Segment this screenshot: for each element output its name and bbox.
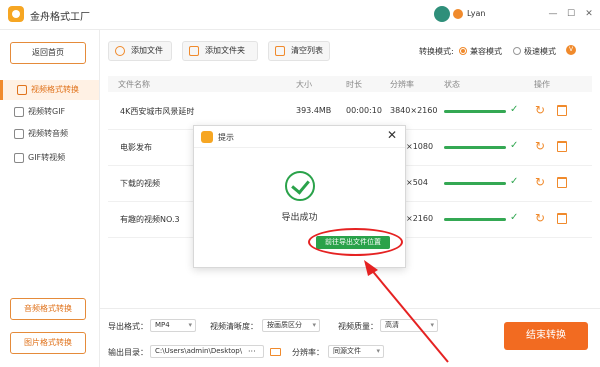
file-size: 393.4MB [296,106,332,115]
file-name: 4K西安城市风景延时 [120,107,195,116]
highlight-ellipse [308,228,403,256]
column-header: 分辨率 [390,80,414,89]
progress-bar [444,182,506,185]
mode-compat-label[interactable]: 兼容模式 [470,46,502,57]
add-icon [115,46,125,56]
file-duration: 00:00:10 [346,106,382,115]
gif-video-icon [14,153,24,163]
column-header: 状态 [444,80,460,89]
dialog-title: 提示 [218,133,234,142]
file-name: 下载的视频 [120,179,160,188]
progress-bar [444,218,506,221]
mode-label: 转换模式: [419,47,454,56]
sidebar-item-label: 视频格式转换 [31,85,79,94]
refresh-icon[interactable]: ↻ [535,103,545,117]
clear-icon [275,46,285,56]
sidebar-item-label: 视频转音频 [28,129,68,138]
quality-label: 视频质量： [338,322,378,331]
trash-icon[interactable] [557,213,567,224]
finish-convert-button[interactable]: 结束转换 [504,322,588,350]
username[interactable]: Lyan [467,9,485,18]
resolution-select[interactable]: 同源文件 [328,345,384,358]
back-home-button[interactable]: 返回首页 [10,42,86,64]
column-header: 文件名称 [118,80,150,89]
dialog-header: 提示 ✕ [194,126,405,148]
sidebar-item-label: 视频转GIF [28,107,66,116]
column-header: 时长 [346,80,362,89]
folder-icon[interactable] [270,348,281,356]
file-resolution: ×504 [406,178,428,187]
done-check-icon: ✓ [510,104,519,115]
app-logo-icon [8,6,24,22]
gif-icon [14,107,24,117]
column-header: 操作 [534,80,550,89]
file-resolution: ×1080 [406,142,434,151]
close-button[interactable]: ✕ [581,6,597,22]
done-check-icon: ✓ [510,140,519,151]
audio-convert-button[interactable]: 音频格式转换 [10,298,86,320]
sidebar-item-label: GIF转视频 [28,153,66,162]
mode-fast-label[interactable]: 极速模式 [524,46,556,57]
refresh-icon[interactable]: ↻ [535,211,545,225]
add-file-label: 添加文件 [131,46,163,55]
trash-icon[interactable] [557,105,567,116]
sidebar: 返回首页 视频格式转换 视频转GIF 视频转音频 GIF转视频 音频格式转换 图… [0,30,100,367]
file-resolution: ×2160 [406,214,434,223]
add-folder-label: 添加文件夹 [205,46,245,55]
file-name: 电影发布 [120,143,152,152]
video-icon [17,85,27,95]
folder-icon [189,46,199,56]
output-dir-more[interactable]: ··· [248,347,256,356]
maximize-button[interactable]: ☐ [563,6,579,22]
add-file-button[interactable]: 添加文件 [108,41,172,61]
vip-crown-icon [453,9,463,19]
progress-bar [444,110,506,113]
clarity-label: 视频清晰度： [210,322,258,331]
trash-icon[interactable] [557,177,567,188]
trash-icon[interactable] [557,141,567,152]
format-label: 导出格式： [108,322,148,331]
output-dir-label: 输出目录： [108,348,148,357]
add-folder-button[interactable]: 添加文件夹 [182,41,258,61]
done-check-icon: ✓ [510,212,519,223]
mode-fast-radio[interactable] [513,47,521,55]
sidebar-item-video-convert[interactable]: 视频格式转换 [0,80,99,100]
mode-compat-radio[interactable] [459,47,467,55]
minimize-button[interactable]: — [545,6,561,22]
column-header: 大小 [296,80,312,89]
app-title: 金舟格式工厂 [30,12,90,23]
output-dir-input[interactable]: C:\Users\admin\Desktop\ [150,345,264,358]
table-header: 文件名称 大小 时长 分辨率 状态 操作 [108,76,592,92]
app-logo-icon [201,131,213,143]
audio-icon [14,129,24,139]
image-convert-button[interactable]: 图片格式转换 [10,332,86,354]
sidebar-item-video-to-audio[interactable]: 视频转音频 [0,124,99,144]
success-message: 导出成功 [281,213,318,223]
dialog-close-button[interactable]: ✕ [387,128,397,142]
clear-list-label: 清空列表 [291,46,323,55]
clear-list-button[interactable]: 清空列表 [268,41,330,61]
success-check-icon [285,171,315,201]
sidebar-item-video-to-gif[interactable]: 视频转GIF [0,102,99,122]
file-name: 有趣的视频NO.3 [120,215,180,224]
file-resolution: 3840×2160 [390,106,438,115]
clarity-select[interactable]: 按画质区分 [262,319,320,332]
title-bar: 金舟格式工厂 Lyan — ☐ ✕ [0,0,600,30]
refresh-icon[interactable]: ↻ [535,139,545,153]
resolution-label: 分辨率： [292,348,324,357]
avatar[interactable] [434,6,450,22]
vip-badge-icon: V [566,45,576,55]
sidebar-item-gif-to-video[interactable]: GIF转视频 [0,148,99,168]
format-select[interactable]: MP4 [150,319,196,332]
progress-bar [444,146,506,149]
refresh-icon[interactable]: ↻ [535,175,545,189]
quality-select[interactable]: 高清 [380,319,438,332]
done-check-icon: ✓ [510,176,519,187]
